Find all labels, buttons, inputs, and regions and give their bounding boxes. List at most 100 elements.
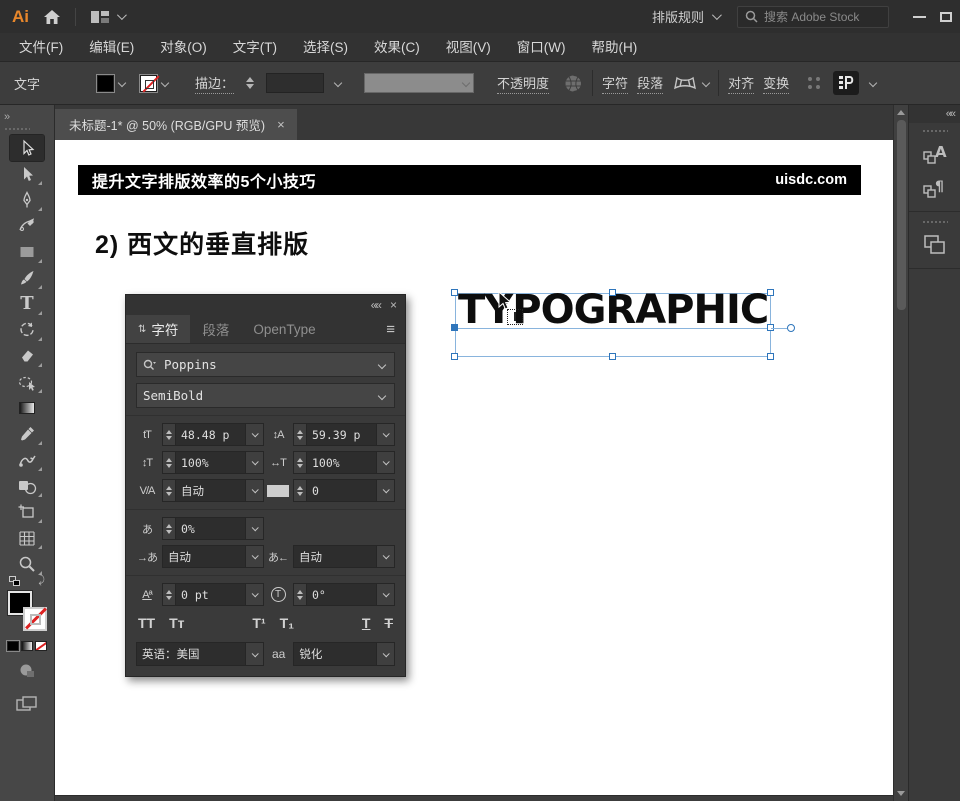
insert-space-left-field[interactable]: 自动: [162, 545, 264, 568]
menu-file[interactable]: 文件(F): [6, 33, 76, 62]
align-panel-link[interactable]: 对齐: [728, 73, 754, 94]
tab-cycle-icon[interactable]: ⇅: [138, 324, 146, 335]
tab-character[interactable]: ⇅ 字符: [126, 315, 190, 343]
arrange-documents-icon[interactable]: [90, 9, 124, 25]
superscript-button[interactable]: T¹: [252, 615, 265, 631]
font-family-combo[interactable]: Poppins: [136, 352, 395, 377]
stroke-width-stepper[interactable]: [243, 77, 257, 89]
rotate-handle[interactable]: [787, 324, 795, 332]
color-mode-none[interactable]: [35, 641, 47, 651]
vertical-scale-field[interactable]: 100%: [162, 451, 264, 474]
screen-mode-icon[interactable]: [16, 696, 38, 718]
workspace-switcher[interactable]: 排版规则: [644, 4, 727, 29]
rotate-tool[interactable]: [10, 317, 44, 343]
more-options-icon[interactable]: [808, 77, 824, 89]
gradient-tool[interactable]: [10, 395, 44, 421]
selection-handle[interactable]: [609, 353, 616, 360]
stroke-link[interactable]: 描边：: [195, 73, 234, 94]
scroll-up-icon[interactable]: [897, 110, 905, 115]
stroke-width-field[interactable]: [266, 73, 324, 93]
rectangle-tool[interactable]: [10, 239, 44, 265]
menu-select[interactable]: 选择(S): [290, 33, 361, 62]
font-size-field[interactable]: 48.48 p: [162, 423, 264, 446]
menu-window[interactable]: 窗口(W): [504, 33, 579, 62]
dock-character-panel-icon[interactable]: A: [915, 137, 955, 171]
curvature-tool[interactable]: [10, 213, 44, 239]
stroke-color-proxy[interactable]: [23, 607, 47, 631]
small-caps-button[interactable]: Tᴛ: [169, 615, 184, 631]
home-icon[interactable]: [43, 9, 61, 25]
menu-edit[interactable]: 编辑(E): [76, 33, 147, 62]
selection-handle[interactable]: [609, 289, 616, 296]
chevron-down-icon[interactable]: [378, 360, 386, 368]
paintbrush-tool[interactable]: [10, 265, 44, 291]
horizontal-scrollbar[interactable]: [55, 795, 893, 801]
leading-dropdown[interactable]: [376, 424, 394, 445]
artboard-canvas[interactable]: 提升文字排版效率的5个小技巧 uisdc.com 2) 西文的垂直排版 «« ×…: [55, 140, 893, 795]
maximize-button[interactable]: [940, 12, 952, 22]
direct-selection-tool[interactable]: [10, 161, 44, 187]
fill-stroke-indicator[interactable]: ⤸: [7, 583, 47, 625]
strikethrough-button[interactable]: T: [384, 615, 393, 631]
scrollbar-thumb[interactable]: [897, 120, 906, 310]
envelope-warp-icon[interactable]: [674, 74, 709, 92]
dock-grip[interactable]: [922, 220, 948, 224]
underline-button[interactable]: T: [362, 615, 371, 631]
document-tab[interactable]: 未标题-1* @ 50% (RGB/GPU 预览) ×: [55, 109, 297, 140]
perspective-grid-tool[interactable]: [10, 525, 44, 551]
close-panel-icon[interactable]: ×: [390, 299, 397, 311]
transform-panel-link[interactable]: 变换: [763, 73, 789, 94]
menu-object[interactable]: 对象(O): [147, 33, 220, 62]
all-caps-button[interactable]: TT: [138, 615, 155, 631]
horizontal-scale-field[interactable]: 100%: [293, 451, 395, 474]
blend-tool[interactable]: [10, 447, 44, 473]
leading-field[interactable]: 59.39 p: [293, 423, 395, 446]
eraser-tool[interactable]: [10, 343, 44, 369]
selection-handle[interactable]: [767, 353, 774, 360]
eyedropper-tool[interactable]: [10, 421, 44, 447]
fill-swatch[interactable]: [97, 75, 114, 92]
dock-artboards-panel-icon[interactable]: [915, 228, 955, 262]
chevron-down-icon[interactable]: [378, 391, 386, 399]
paragraph-panel-link[interactable]: 段落: [637, 73, 663, 94]
toolbar-collapse-icon[interactable]: »: [4, 111, 9, 123]
proportional-spacing-field[interactable]: 0%: [162, 517, 264, 540]
font-size-dropdown[interactable]: [245, 424, 263, 445]
font-size-stepper[interactable]: [163, 424, 176, 445]
kerning-field[interactable]: 自动: [162, 479, 264, 502]
toolbar-grip[interactable]: [4, 127, 30, 131]
chevron-down-icon[interactable]: [869, 79, 877, 87]
stroke-swatch[interactable]: [140, 75, 157, 92]
font-style-combo[interactable]: SemiBold: [136, 383, 395, 408]
selection-handle[interactable]: [451, 289, 458, 296]
minimize-button[interactable]: [913, 16, 926, 18]
artboard-tool[interactable]: [10, 499, 44, 525]
dock-grip[interactable]: [922, 129, 948, 133]
swap-colors-icon[interactable]: ⤸: [38, 574, 45, 587]
pen-tool[interactable]: [10, 187, 44, 213]
fill-color-picker[interactable]: [97, 75, 125, 92]
stroke-color-picker[interactable]: [140, 75, 168, 92]
color-mode-color[interactable]: [7, 641, 19, 651]
collapse-panel-icon[interactable]: ««: [371, 299, 380, 311]
selected-text-object[interactable]: TYPOGRAPHIC: [455, 293, 771, 357]
menu-view[interactable]: 视图(V): [433, 33, 504, 62]
control-panel-menu-icon[interactable]: [833, 71, 859, 95]
selection-handle[interactable]: [767, 289, 774, 296]
anti-alias-dropdown[interactable]: 锐化: [293, 642, 395, 666]
selection-handle[interactable]: [451, 353, 458, 360]
dock-paragraph-panel-icon[interactable]: ¶: [915, 171, 955, 205]
baseline-shift-field[interactable]: 0 pt: [162, 583, 264, 606]
opacity-link[interactable]: 不透明度: [497, 73, 549, 94]
default-colors-icon[interactable]: [9, 576, 22, 587]
panel-menu-icon[interactable]: ≡: [376, 315, 405, 343]
language-dropdown[interactable]: 英语：美国: [136, 642, 264, 666]
chevron-down-icon[interactable]: [334, 79, 342, 87]
scroll-down-icon[interactable]: [897, 791, 905, 796]
shaper-tool[interactable]: [10, 369, 44, 395]
menu-help[interactable]: 帮助(H): [578, 33, 650, 62]
tab-opentype[interactable]: OpenType: [241, 315, 327, 343]
shape-builder-tool[interactable]: [10, 473, 44, 499]
stock-search-input[interactable]: 搜索 Adobe Stock: [737, 6, 889, 28]
menu-type[interactable]: 文字(T): [220, 33, 290, 62]
